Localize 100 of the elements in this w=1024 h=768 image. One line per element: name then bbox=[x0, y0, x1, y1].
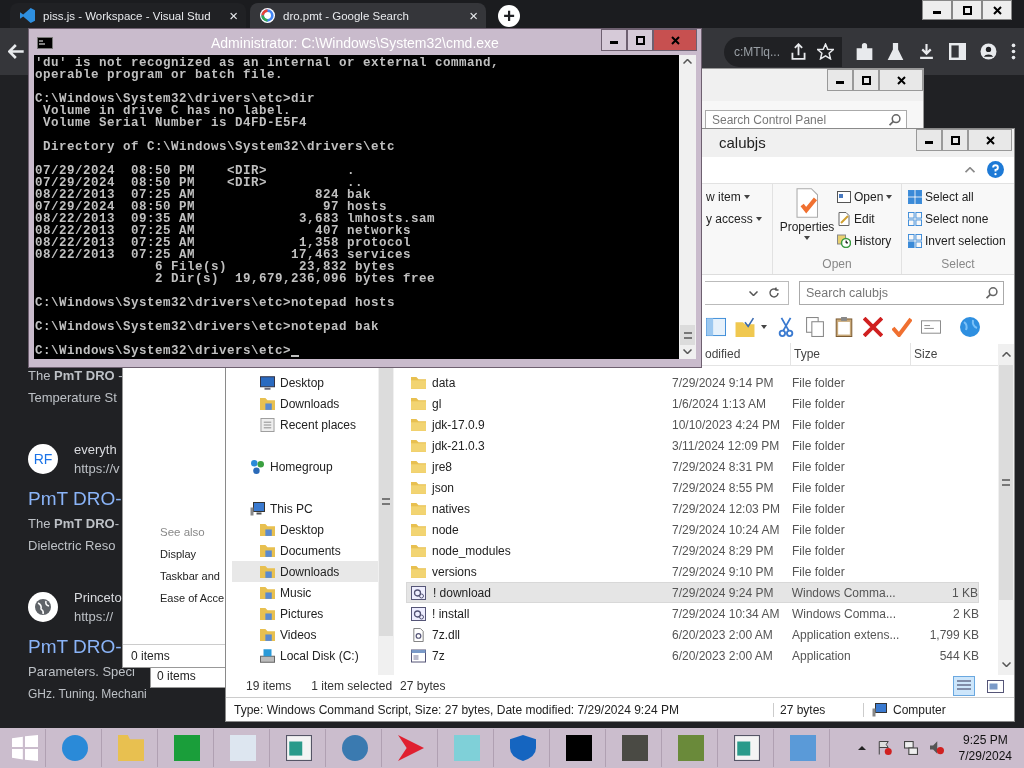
file-row[interactable]: jdk-17.0.9 10/10/2023 4:24 PM File folder bbox=[406, 414, 979, 436]
nav-item[interactable]: Videos bbox=[232, 624, 378, 646]
close-button[interactable] bbox=[968, 129, 1012, 151]
close-tab-button[interactable]: × bbox=[229, 7, 238, 24]
file-row[interactable]: versions 7/29/2024 9:10 PM File folder bbox=[406, 561, 979, 583]
file-row[interactable]: jre8 7/29/2024 8:31 PM File folder bbox=[406, 456, 979, 478]
copy-icon[interactable] bbox=[805, 317, 825, 338]
scroll-down-icon[interactable] bbox=[683, 349, 692, 354]
scissors-icon[interactable] bbox=[776, 317, 796, 338]
scroll-grip-icon[interactable] bbox=[382, 497, 390, 505]
download-icon[interactable] bbox=[918, 43, 935, 60]
new-tab-button[interactable]: + bbox=[498, 5, 520, 27]
maximize-button[interactable] bbox=[627, 29, 653, 51]
layout-pane-icon[interactable] bbox=[706, 317, 726, 338]
file-row[interactable]: 7z.dll 6/20/2023 2:00 AM Application extens... 1,799 KB bbox=[406, 624, 979, 646]
file-row[interactable]: 7z 6/20/2023 2:00 AM Application 544 KB bbox=[406, 645, 979, 667]
ribbon-button[interactable]: Edit bbox=[837, 209, 875, 228]
column-header[interactable]: Type bbox=[791, 343, 911, 366]
file-row[interactable]: json 7/29/2024 8:55 PM File folder bbox=[406, 477, 979, 499]
file-row[interactable]: gl 1/6/2024 1:13 AM File folder bbox=[406, 393, 979, 415]
show-hidden-icons-caret[interactable] bbox=[857, 746, 866, 750]
ribbon-button[interactable]: Select none bbox=[908, 209, 989, 228]
scrollbar[interactable] bbox=[378, 366, 394, 676]
speaker-muted-icon[interactable] bbox=[929, 741, 944, 755]
nav-item[interactable]: Homegroup bbox=[232, 456, 378, 478]
maximize-button[interactable] bbox=[853, 69, 879, 91]
file-row[interactable]: node_modules 7/29/2024 8:29 PM File folder bbox=[406, 540, 979, 562]
file-row[interactable]: ! download 7/29/2024 9:24 PM Windows Comma... 1 KB bbox=[406, 582, 979, 604]
ribbon-button[interactable]: History bbox=[837, 231, 892, 250]
scroll-grip-icon[interactable] bbox=[1002, 479, 1010, 487]
caret-icon[interactable] bbox=[761, 325, 767, 330]
scroll-up-icon[interactable] bbox=[683, 59, 692, 64]
help-icon[interactable] bbox=[987, 161, 1004, 179]
close-button[interactable] bbox=[982, 0, 1012, 20]
minimize-button[interactable] bbox=[601, 29, 627, 51]
minimize-button[interactable] bbox=[916, 129, 942, 151]
network-icon[interactable] bbox=[903, 741, 918, 755]
collapse-caret-icon[interactable] bbox=[965, 166, 975, 173]
close-tab-button[interactable]: × bbox=[469, 7, 478, 24]
scroll-up-icon[interactable] bbox=[1001, 352, 1011, 358]
see-also-link[interactable]: Display bbox=[160, 548, 197, 560]
share-icon[interactable] bbox=[790, 43, 807, 60]
details-view-icon[interactable] bbox=[953, 676, 975, 697]
close-button[interactable] bbox=[879, 69, 923, 91]
ribbon-button[interactable]: Invert selection bbox=[908, 231, 1006, 250]
result-link[interactable]: PmT DRO- bbox=[28, 487, 122, 511]
date-cell: 7/29/2024 9:24 PM bbox=[672, 585, 774, 600]
result-link[interactable]: PmT DRO- bbox=[28, 635, 122, 659]
search-field[interactable]: Search calubjs bbox=[799, 281, 1004, 306]
nav-item[interactable]: Desktop bbox=[232, 519, 378, 541]
ribbon-button[interactable]: w item bbox=[706, 187, 750, 206]
nav-item[interactable]: Downloads bbox=[232, 393, 378, 415]
nav-item[interactable]: Recent places bbox=[232, 414, 378, 436]
folder-check-icon[interactable] bbox=[735, 317, 755, 338]
star-icon[interactable] bbox=[817, 43, 834, 60]
scroll-down-icon[interactable] bbox=[1001, 662, 1011, 668]
profile-icon[interactable] bbox=[980, 43, 997, 60]
nav-item[interactable]: Local Disk (C:) bbox=[232, 645, 378, 667]
scrollbar[interactable] bbox=[679, 55, 696, 359]
clipboard-icon[interactable] bbox=[834, 317, 854, 338]
delete-icon[interactable] bbox=[863, 317, 883, 338]
nav-item[interactable]: Documents bbox=[232, 540, 378, 562]
ribbon-button[interactable]: Open bbox=[837, 187, 893, 206]
browser-tab[interactable]: piss.js - Workspace - Visual Stud × bbox=[10, 3, 246, 28]
ribbon-button[interactable]: Select all bbox=[908, 187, 974, 206]
nav-item[interactable]: Desktop bbox=[232, 372, 378, 394]
maximize-button[interactable] bbox=[952, 0, 982, 20]
properties-button[interactable]: Properties bbox=[779, 187, 835, 255]
maximize-button[interactable] bbox=[942, 129, 968, 151]
scroll-grip-icon[interactable] bbox=[683, 331, 692, 339]
checkmark-icon[interactable] bbox=[892, 317, 912, 338]
file-row[interactable]: jdk-21.0.3 3/11/2024 12:09 PM File folder bbox=[406, 435, 979, 457]
refresh-icon[interactable] bbox=[768, 287, 780, 300]
nav-item[interactable]: Downloads bbox=[232, 561, 378, 583]
sidebar-icon[interactable] bbox=[949, 43, 966, 60]
browser-tab[interactable]: dro.pmt - Google Search × bbox=[250, 3, 486, 28]
column-header[interactable]: Size bbox=[911, 343, 991, 366]
menu-icon[interactable] bbox=[1011, 43, 1016, 60]
see-also-link[interactable]: Taskbar and bbox=[160, 570, 220, 582]
file-row[interactable]: node 7/29/2024 10:24 AM File folder bbox=[406, 519, 979, 541]
nav-item[interactable]: Pictures bbox=[232, 603, 378, 625]
clock[interactable]: 9:25 PM 7/29/2024 bbox=[950, 732, 1020, 764]
nav-item[interactable]: Music bbox=[232, 582, 378, 604]
flask-icon[interactable] bbox=[887, 43, 904, 60]
puzzle-icon[interactable] bbox=[856, 43, 873, 60]
chevron-down-icon[interactable] bbox=[749, 290, 758, 296]
minimize-button[interactable] bbox=[922, 0, 952, 20]
ribbon-button[interactable]: y access bbox=[706, 209, 762, 228]
flag-icon[interactable] bbox=[877, 741, 892, 755]
see-also-link[interactable]: Ease of Acce bbox=[160, 592, 225, 604]
file-row[interactable]: natives 7/29/2024 12:03 PM File folder bbox=[406, 498, 979, 520]
file-row[interactable]: data 7/29/2024 9:14 PM File folder bbox=[406, 372, 979, 394]
thumbnail-view-icon[interactable] bbox=[987, 679, 1004, 693]
file-row[interactable]: ! install 7/29/2024 10:34 AM Windows Comma... 2 KB bbox=[406, 603, 979, 625]
back-arrow-icon[interactable] bbox=[8, 43, 25, 60]
address-bar[interactable]: c:MTlq... bbox=[724, 36, 842, 67]
minimize-button[interactable] bbox=[827, 69, 853, 91]
scrollbar[interactable] bbox=[998, 344, 1014, 676]
nav-item[interactable]: This PC bbox=[232, 498, 378, 520]
column-header[interactable]: odified bbox=[705, 343, 791, 366]
